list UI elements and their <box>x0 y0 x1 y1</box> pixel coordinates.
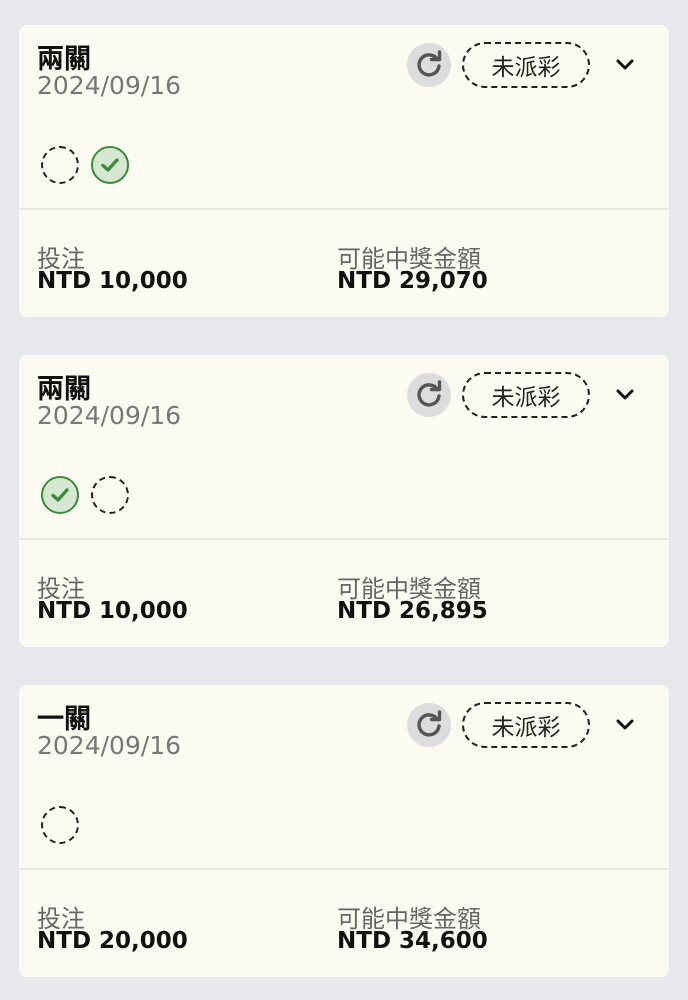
bet-date: 2024/09/16 <box>37 71 182 100</box>
dashed-circle-icon <box>41 146 79 184</box>
status-badge[interactable]: 未派彩 <box>462 42 590 88</box>
check-circle-icon <box>41 476 79 514</box>
refresh-icon <box>417 380 442 407</box>
leg-status-list <box>41 476 129 514</box>
stake-value: NTD 10,000 <box>37 598 188 624</box>
chevron-down-icon[interactable] <box>613 715 637 735</box>
status-badge[interactable]: 未派彩 <box>462 702 590 748</box>
refresh-icon <box>417 710 442 737</box>
chevron-down-icon[interactable] <box>613 55 637 75</box>
payout-value: NTD 26,895 <box>337 598 488 624</box>
stake-value: NTD 20,000 <box>37 928 188 954</box>
leg-status-list <box>41 806 79 844</box>
divider <box>19 868 669 870</box>
dashed-circle-icon <box>91 476 129 514</box>
bet-date: 2024/09/16 <box>37 731 182 760</box>
refresh-button[interactable] <box>407 43 451 87</box>
refresh-button[interactable] <box>407 373 451 417</box>
bet-card: 兩關 2024/09/16 未派彩 投注 NTD 10,000 可能中獎金額 N… <box>19 25 669 317</box>
dashed-circle-icon <box>41 806 79 844</box>
bet-card: 一關 2024/09/16 未派彩 投注 NTD 20,000 可能中獎金額 N… <box>19 685 669 977</box>
bet-date: 2024/09/16 <box>37 401 182 430</box>
payout-value: NTD 34,600 <box>337 928 488 954</box>
chevron-down-icon[interactable] <box>613 385 637 405</box>
divider <box>19 538 669 540</box>
refresh-icon <box>417 50 442 77</box>
stake-value: NTD 10,000 <box>37 268 188 294</box>
bet-card: 兩關 2024/09/16 未派彩 投注 NTD 10,000 可能中獎金額 N… <box>19 355 669 647</box>
payout-value: NTD 29,070 <box>337 268 488 294</box>
divider <box>19 208 669 210</box>
leg-status-list <box>41 146 129 184</box>
refresh-button[interactable] <box>407 703 451 747</box>
check-circle-icon <box>91 146 129 184</box>
status-badge[interactable]: 未派彩 <box>462 372 590 418</box>
